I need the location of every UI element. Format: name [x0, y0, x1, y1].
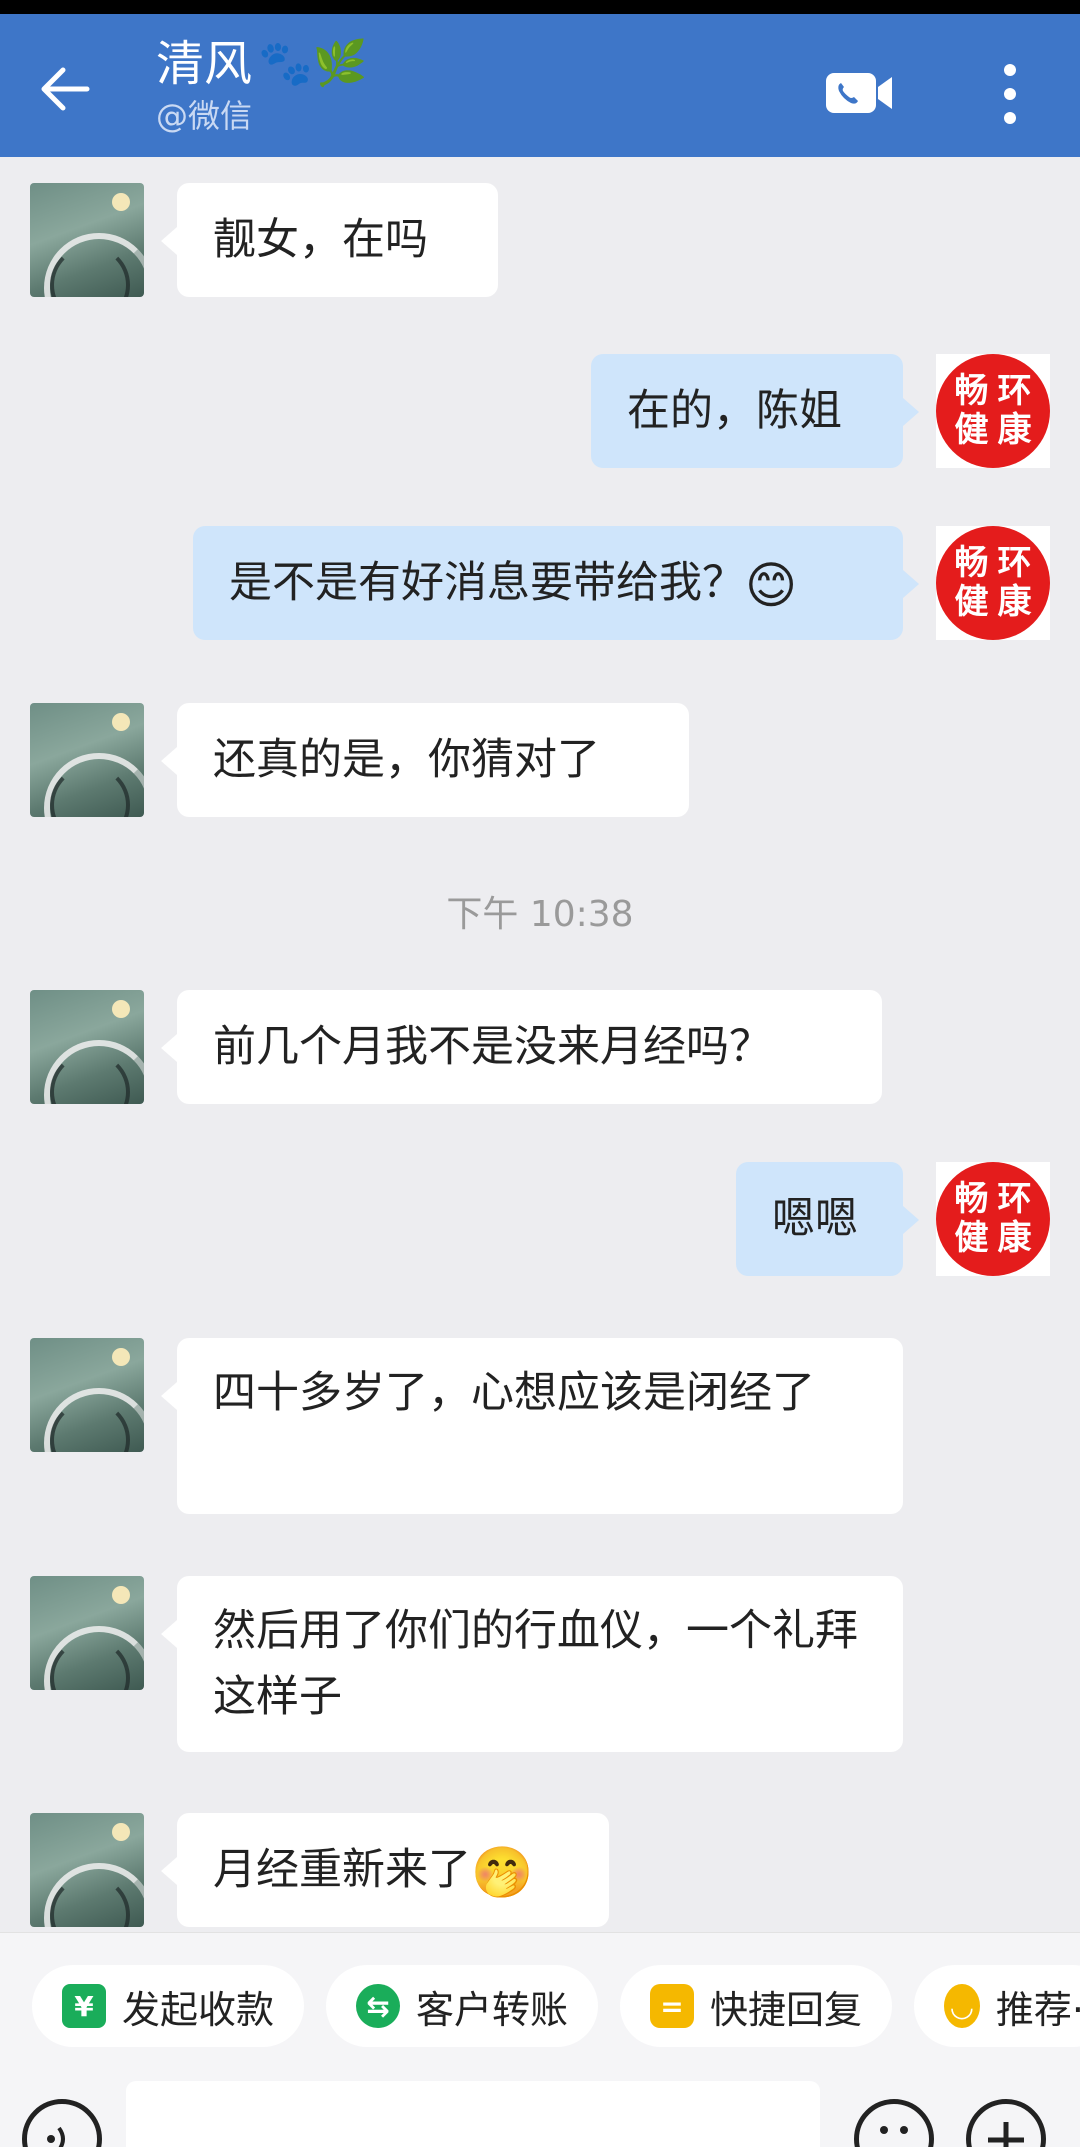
customer-transfer-button[interactable]: ⇆ 客户转账 — [326, 1965, 599, 2047]
contact-avatar[interactable] — [30, 1576, 144, 1690]
emoji-face-icon — [880, 2126, 908, 2134]
changhuan-seal-logo: 畅环 健康 — [936, 526, 1050, 640]
chat-header: 清风 🐾🌿 @微信 — [0, 14, 1080, 157]
message-list[interactable]: 靓女，在吗 在的，陈姐 畅环 健康 是不是有好消息要带给我？😊 畅环 健康 还真… — [0, 157, 1080, 1932]
yuan-shield-icon: ¥ — [62, 1984, 106, 2028]
contact-avatar[interactable] — [30, 1338, 144, 1452]
hand-over-mouth-emoji: 🤭 — [471, 1843, 534, 1902]
recommend-icon: ◡ — [944, 1984, 980, 2028]
changhuan-seal-logo: 畅环 健康 — [936, 1162, 1050, 1276]
plus-icon — [988, 2122, 1024, 2147]
status-bar — [0, 0, 1080, 14]
recommend-button[interactable]: ◡ 推荐· — [914, 1965, 1080, 2047]
my-avatar[interactable]: 畅环 健康 — [936, 1162, 1050, 1276]
smile-emoji: 😊 — [745, 556, 798, 615]
message-bubble[interactable]: 嗯嗯 — [736, 1162, 919, 1276]
request-payment-button[interactable]: ¥ 发起收款 — [32, 1965, 305, 2047]
message-bubble[interactable]: 是不是有好消息要带给我？😊 — [193, 526, 919, 640]
my-avatar[interactable]: 畅环 健康 — [936, 526, 1050, 640]
more-functions-button[interactable] — [966, 2099, 1046, 2147]
emoji-button[interactable] — [854, 2099, 934, 2147]
video-call-icon — [826, 73, 892, 113]
contact-avatar[interactable] — [30, 183, 144, 297]
contact-name: 清风 — [156, 36, 253, 92]
message-bubble[interactable]: 四十多岁了，心想应该是闭经了 — [161, 1338, 903, 1514]
message-bubble[interactable]: 然后用了你们的行血仪，一个礼拜这样子 — [161, 1576, 903, 1752]
message-input[interactable] — [126, 2081, 820, 2147]
more-options-button[interactable] — [980, 54, 1040, 134]
contact-source: @微信 — [156, 97, 253, 135]
message-timestamp: 下午 10:38 — [446, 894, 634, 935]
back-button[interactable] — [30, 54, 100, 124]
contact-avatar[interactable] — [30, 1813, 144, 1927]
quick-reply-button[interactable]: = 快捷回复 — [620, 1965, 893, 2047]
changhuan-seal-logo: 畅环 健康 — [936, 354, 1050, 468]
voice-input-button[interactable] — [22, 2099, 102, 2147]
contact-avatar[interactable] — [30, 990, 144, 1104]
back-arrow-icon — [41, 67, 90, 111]
message-bubble[interactable]: 前几个月我不是没来月经吗？ — [161, 990, 882, 1104]
contact-info[interactable]: 清风 🐾🌿 @微信 — [156, 32, 368, 136]
contact-name-emojis: 🐾🌿 — [258, 38, 368, 89]
more-vertical-icon — [1004, 64, 1016, 124]
message-bubble[interactable]: 靓女，在吗 — [161, 183, 498, 297]
transfer-icon: ⇆ — [356, 1984, 400, 2028]
my-avatar[interactable]: 畅环 健康 — [936, 354, 1050, 468]
contact-avatar[interactable] — [30, 703, 144, 817]
message-bubble[interactable]: 在的，陈姐 — [591, 354, 919, 468]
message-bubble[interactable]: 还真的是，你猜对了 — [161, 703, 689, 817]
voice-icon — [47, 2126, 65, 2147]
input-panel: ¥ 发起收款 ⇆ 客户转账 = 快捷回复 ◡ 推荐· — [0, 1932, 1080, 2147]
message-bubble[interactable]: 月经重新来了🤭 — [161, 1813, 609, 1927]
video-call-button[interactable] — [820, 58, 900, 128]
quick-reply-icon: = — [650, 1984, 694, 2028]
